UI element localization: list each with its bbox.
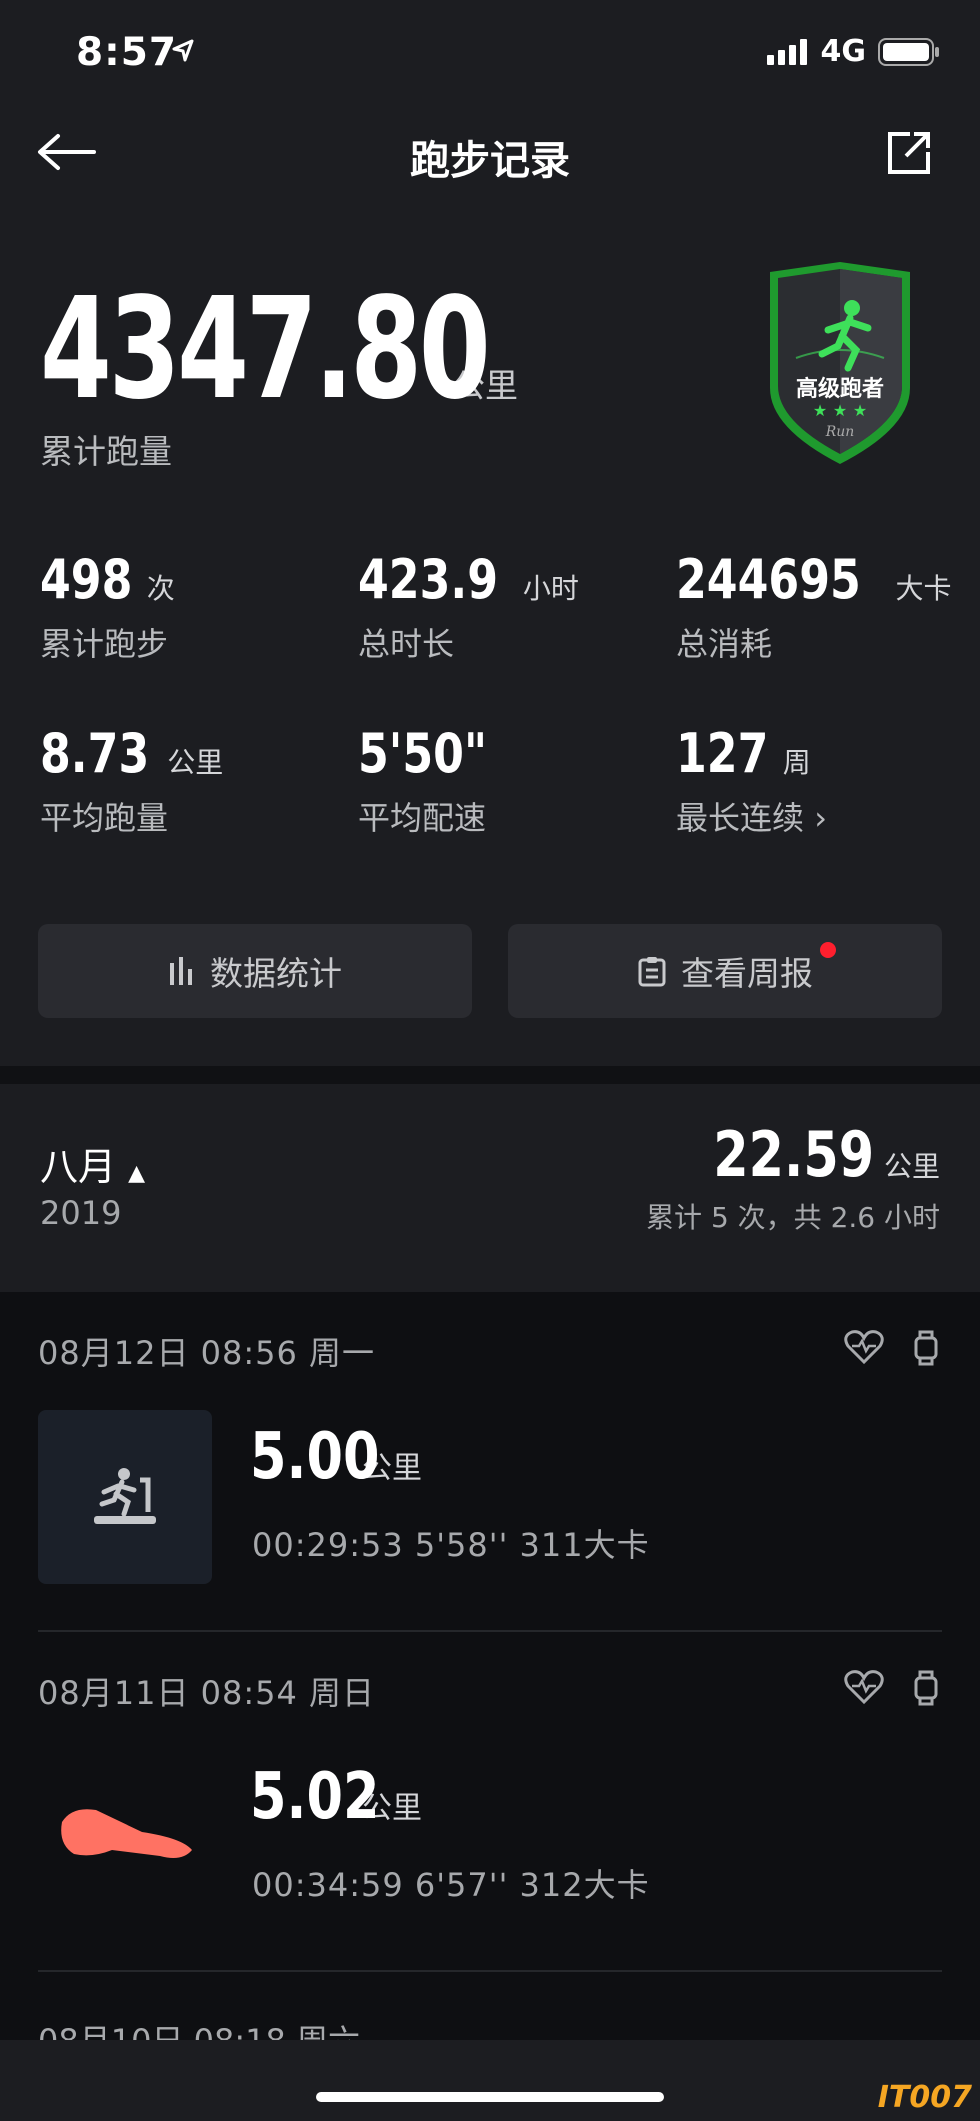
data-statistics-label: 数据统计 xyxy=(210,954,342,993)
month-summary: 累计 5 次，共 2.6 小时 xyxy=(646,1201,940,1234)
page-title: 跑步记录 xyxy=(410,138,570,184)
month-selector[interactable]: 八月 ▲ xyxy=(40,1136,145,1191)
route-map-thumbnail xyxy=(61,1809,193,1858)
svg-text:★: ★ xyxy=(853,401,867,420)
run-details: 00:34:59 6'57'' 312大卡 xyxy=(252,1866,650,1904)
location-arrow-icon xyxy=(172,39,194,62)
stat-run-count: 498 次 累计跑步 xyxy=(40,548,175,663)
weekly-report-label: 查看周报 xyxy=(681,954,813,993)
chevron-right-icon: › xyxy=(814,799,827,837)
data-statistics-button[interactable]: 数据统计 xyxy=(38,924,472,1018)
treadmill-icon xyxy=(94,1468,156,1524)
runner-badge[interactable]: 高级跑者 ★ ★ ★ Run xyxy=(760,258,920,468)
signal-icon xyxy=(766,38,807,65)
section-divider xyxy=(0,1066,980,1084)
stat-total-time: 423.9 小时 总时长 xyxy=(358,548,579,663)
network-label: 4G xyxy=(820,34,867,69)
month-header[interactable]: 八月 ▲ 2019 22.59 公里 累计 5 次，共 2.6 小时 xyxy=(0,1084,980,1292)
stat-calories: 244695 大卡 总消耗 xyxy=(676,548,952,663)
total-distance-label: 累计跑量 xyxy=(40,432,172,471)
caret-up-icon: ▲ xyxy=(128,1161,146,1186)
run-date: 08月11日 08:54 周日 xyxy=(38,1674,376,1712)
total-distance: 4347.80 公里 xyxy=(40,268,518,431)
run-distance: 5.02 公里 xyxy=(250,1760,422,1834)
run-details: 00:29:53 5'58'' 311大卡 xyxy=(252,1526,650,1564)
stat-longest-streak[interactable]: 127 周 最长连续 › xyxy=(676,722,827,839)
badge-script: Run xyxy=(825,424,855,440)
clipboard-icon xyxy=(638,957,666,987)
run-date: 08月12日 08:56 周一 xyxy=(38,1334,376,1372)
month-year: 2019 xyxy=(40,1194,122,1232)
battery-icon xyxy=(878,37,939,66)
watch-icon xyxy=(914,1330,938,1366)
stat-avg-pace: 5'50" 平均配速 xyxy=(358,722,488,837)
list-divider xyxy=(38,1970,942,1972)
home-indicator[interactable] xyxy=(316,2092,664,2102)
month-distance: 22.59 公里 xyxy=(713,1118,940,1191)
total-distance-value: 4347.80 xyxy=(40,268,491,431)
svg-text:★: ★ xyxy=(833,401,847,420)
bottom-bar xyxy=(0,2040,980,2121)
badge-title: 高级跑者 xyxy=(796,376,884,402)
stat-avg-distance: 8.73 公里 平均跑量 xyxy=(40,722,224,837)
notification-dot xyxy=(820,942,836,958)
svg-text:★: ★ xyxy=(813,401,827,420)
weekly-report-button[interactable]: 查看周报 xyxy=(508,924,942,1018)
run-list-item[interactable]: 08月11日 08:54 周日 5.02 公里 00:34:59 6'57'' 3… xyxy=(0,1632,980,1972)
heart-rate-icon xyxy=(844,1330,884,1364)
status-indicators: 4G xyxy=(766,34,941,69)
watch-icon xyxy=(914,1670,938,1706)
watermark: IT007 xyxy=(877,2080,972,2115)
bar-chart-icon xyxy=(170,957,192,985)
share-icon[interactable] xyxy=(886,130,932,176)
run-list-item[interactable]: 08月12日 08:56 周一 5.00 公里 00:29:53 5'58'' 3… xyxy=(0,1292,980,1632)
heart-rate-icon xyxy=(844,1670,884,1704)
status-time: 8:57 xyxy=(76,30,178,75)
run-distance: 5.00 公里 xyxy=(250,1420,422,1494)
treadmill-thumbnail xyxy=(38,1410,212,1584)
